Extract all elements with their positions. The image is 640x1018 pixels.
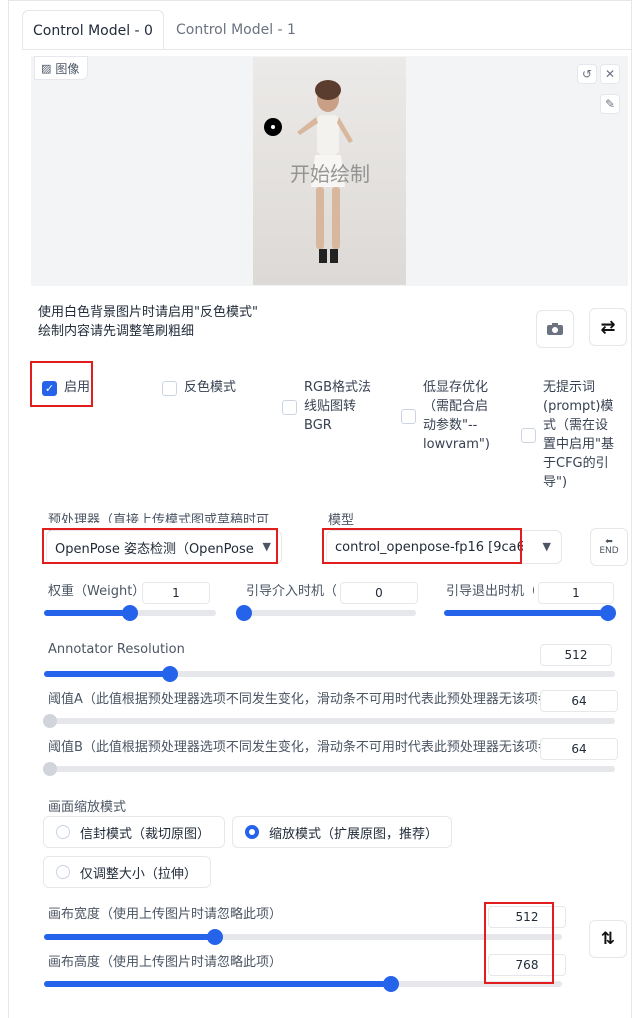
threshold-b-slider-thumb xyxy=(43,762,57,776)
swap-button[interactable]: ⇄ xyxy=(589,308,627,346)
guidance-end-label: 引导退出时机（End） xyxy=(446,584,534,599)
resize-option-envelope[interactable]: 信封模式（裁切原图） xyxy=(43,816,225,848)
tab-divider xyxy=(22,49,632,50)
resize-mode-label: 画面缩放模式 xyxy=(48,800,127,815)
weight-slider-fill xyxy=(44,610,130,616)
low-vram-checkbox[interactable] xyxy=(401,409,416,424)
chevron-down-icon: ▼ xyxy=(542,540,551,553)
tab-control-model-1[interactable]: Control Model - 1 xyxy=(168,10,304,50)
swap-dimensions-button[interactable]: ⇅ xyxy=(589,920,627,958)
guidance-end-slider-thumb[interactable] xyxy=(600,605,616,621)
threshold-a-slider-thumb xyxy=(43,714,57,728)
brush-hint: 绘制内容请先调整笔刷粗细 xyxy=(38,324,195,339)
weight-slider-thumb[interactable] xyxy=(122,605,138,621)
guidance-start-label: 引导介入时机（Start） xyxy=(246,584,336,599)
swap-vertical-icon: ⇅ xyxy=(600,929,616,949)
annotator-resolution-slider-thumb[interactable] xyxy=(161,666,178,682)
image-icon: ▨ xyxy=(41,61,52,75)
radio-scale[interactable] xyxy=(245,825,259,839)
enable-label: 启用 xyxy=(64,380,91,395)
rgb-to-bgr-checkbox[interactable] xyxy=(282,400,297,415)
image-label: ▨ 图像 xyxy=(34,56,89,80)
low-vram-label: 低显存优化 （需配合启 动参数"-- lowvram") xyxy=(423,380,490,452)
weight-label: 权重（Weight） xyxy=(48,584,146,599)
canvas-width-label: 画布宽度（使用上传图片时请忽略此项） xyxy=(48,907,283,922)
refresh-models-button[interactable]: ⬅ END xyxy=(590,528,628,566)
canvas-width-slider-fill xyxy=(44,934,215,940)
threshold-a-input[interactable]: 64 xyxy=(540,690,618,712)
guidance-end-input[interactable]: 1 xyxy=(538,582,614,604)
brush-icon[interactable]: ✎ xyxy=(600,94,620,114)
invert-checkbox[interactable] xyxy=(162,381,177,396)
guidance-start-slider-thumb[interactable] xyxy=(236,605,252,621)
canvas-height-slider-thumb[interactable] xyxy=(383,976,400,992)
guidance-start-slider[interactable] xyxy=(236,605,416,621)
resize-option-scale[interactable]: 缩放模式（扩展原图，推荐） xyxy=(232,816,452,848)
resize-option-stretch[interactable]: 仅调整大小（拉伸） xyxy=(43,856,211,888)
camera-icon xyxy=(547,323,563,335)
preprocessor-label: 预处理器（直接上传模式图或草稿时可 xyxy=(48,513,270,523)
guidance-end-slider-fill xyxy=(444,610,608,616)
rgb-to-bgr-label: RGB格式法 线贴图转 BGR xyxy=(304,380,372,433)
undo-icon[interactable]: ↺ xyxy=(577,64,597,84)
start-drawing-overlay: 开始绘制 xyxy=(290,162,370,186)
threshold-b-input[interactable]: 64 xyxy=(540,738,618,760)
invert-hint: 使用白色背景图片时请启用"反色模式" xyxy=(38,305,258,320)
weight-slider[interactable] xyxy=(44,605,216,621)
threshold-b-slider xyxy=(43,762,615,776)
canvas-height-slider-fill xyxy=(44,981,392,987)
enable-checkbox[interactable]: ✓ xyxy=(42,381,57,396)
weight-input[interactable]: 1 xyxy=(142,582,210,604)
annotator-resolution-slider-fill xyxy=(44,671,170,677)
brush-cursor-icon xyxy=(264,118,282,136)
close-icon[interactable]: ✕ xyxy=(600,64,620,84)
annotator-resolution-label: Annotator Resolution xyxy=(48,642,185,657)
canvas-height-label: 画布高度（使用上传图片时请忽略此项） xyxy=(48,955,283,970)
radio-envelope[interactable] xyxy=(56,825,70,839)
tab-control-model-0[interactable]: Control Model - 0 xyxy=(22,10,164,50)
annotator-resolution-slider[interactable] xyxy=(44,666,615,682)
threshold-b-label: 阈值B（此值根据预处理器选项不同发生变化，滑动条不可用时代表此预处理器无该项参数… xyxy=(48,740,540,755)
canvas-size-highlight xyxy=(484,902,554,984)
threshold-a-slider xyxy=(43,714,615,728)
canvas-width-slider-thumb[interactable] xyxy=(206,929,223,945)
preprocessor-highlight xyxy=(42,528,278,564)
end-arrow-icon: ⬅ END xyxy=(599,537,619,556)
swap-arrows-icon: ⇄ xyxy=(600,316,616,338)
guidance-start-input[interactable]: 0 xyxy=(340,582,418,604)
invert-label: 反色模式 xyxy=(184,380,237,395)
guess-mode-label: 无提示词 (prompt)模 式（需在设 置中启用"基 于CFG的引 导") xyxy=(543,380,614,490)
model-label: 模型 xyxy=(328,513,355,528)
threshold-a-label: 阈值A（此值根据预处理器选项不同发生变化，滑动条不可用时代表此预处理器无该项参数… xyxy=(48,692,540,707)
guess-mode-checkbox[interactable] xyxy=(521,428,536,443)
radio-stretch[interactable] xyxy=(56,865,70,879)
camera-button[interactable] xyxy=(536,310,574,348)
model-highlight xyxy=(322,528,522,564)
guidance-end-slider[interactable] xyxy=(444,605,616,621)
annotator-resolution-input[interactable]: 512 xyxy=(540,644,612,666)
